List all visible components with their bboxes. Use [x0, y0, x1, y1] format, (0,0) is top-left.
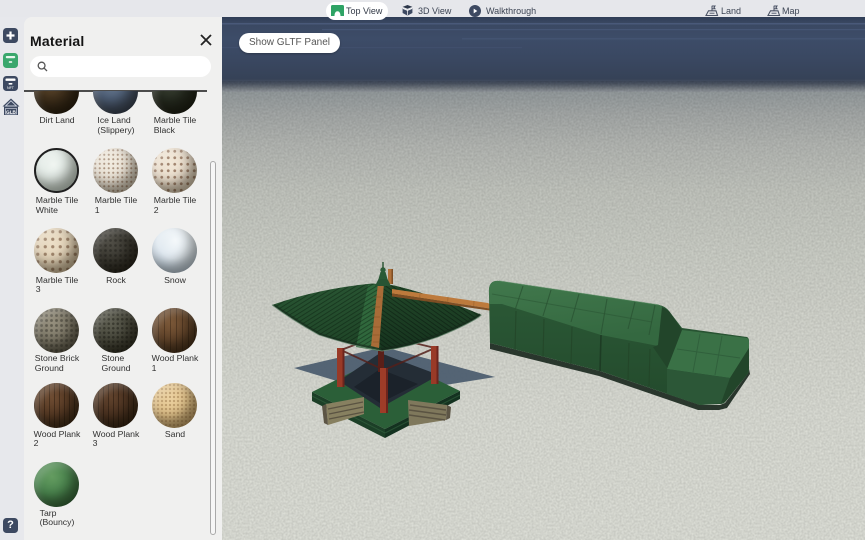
svg-text:NFT: NFT [7, 86, 15, 90]
svg-text:GLB: GLB [6, 109, 16, 114]
